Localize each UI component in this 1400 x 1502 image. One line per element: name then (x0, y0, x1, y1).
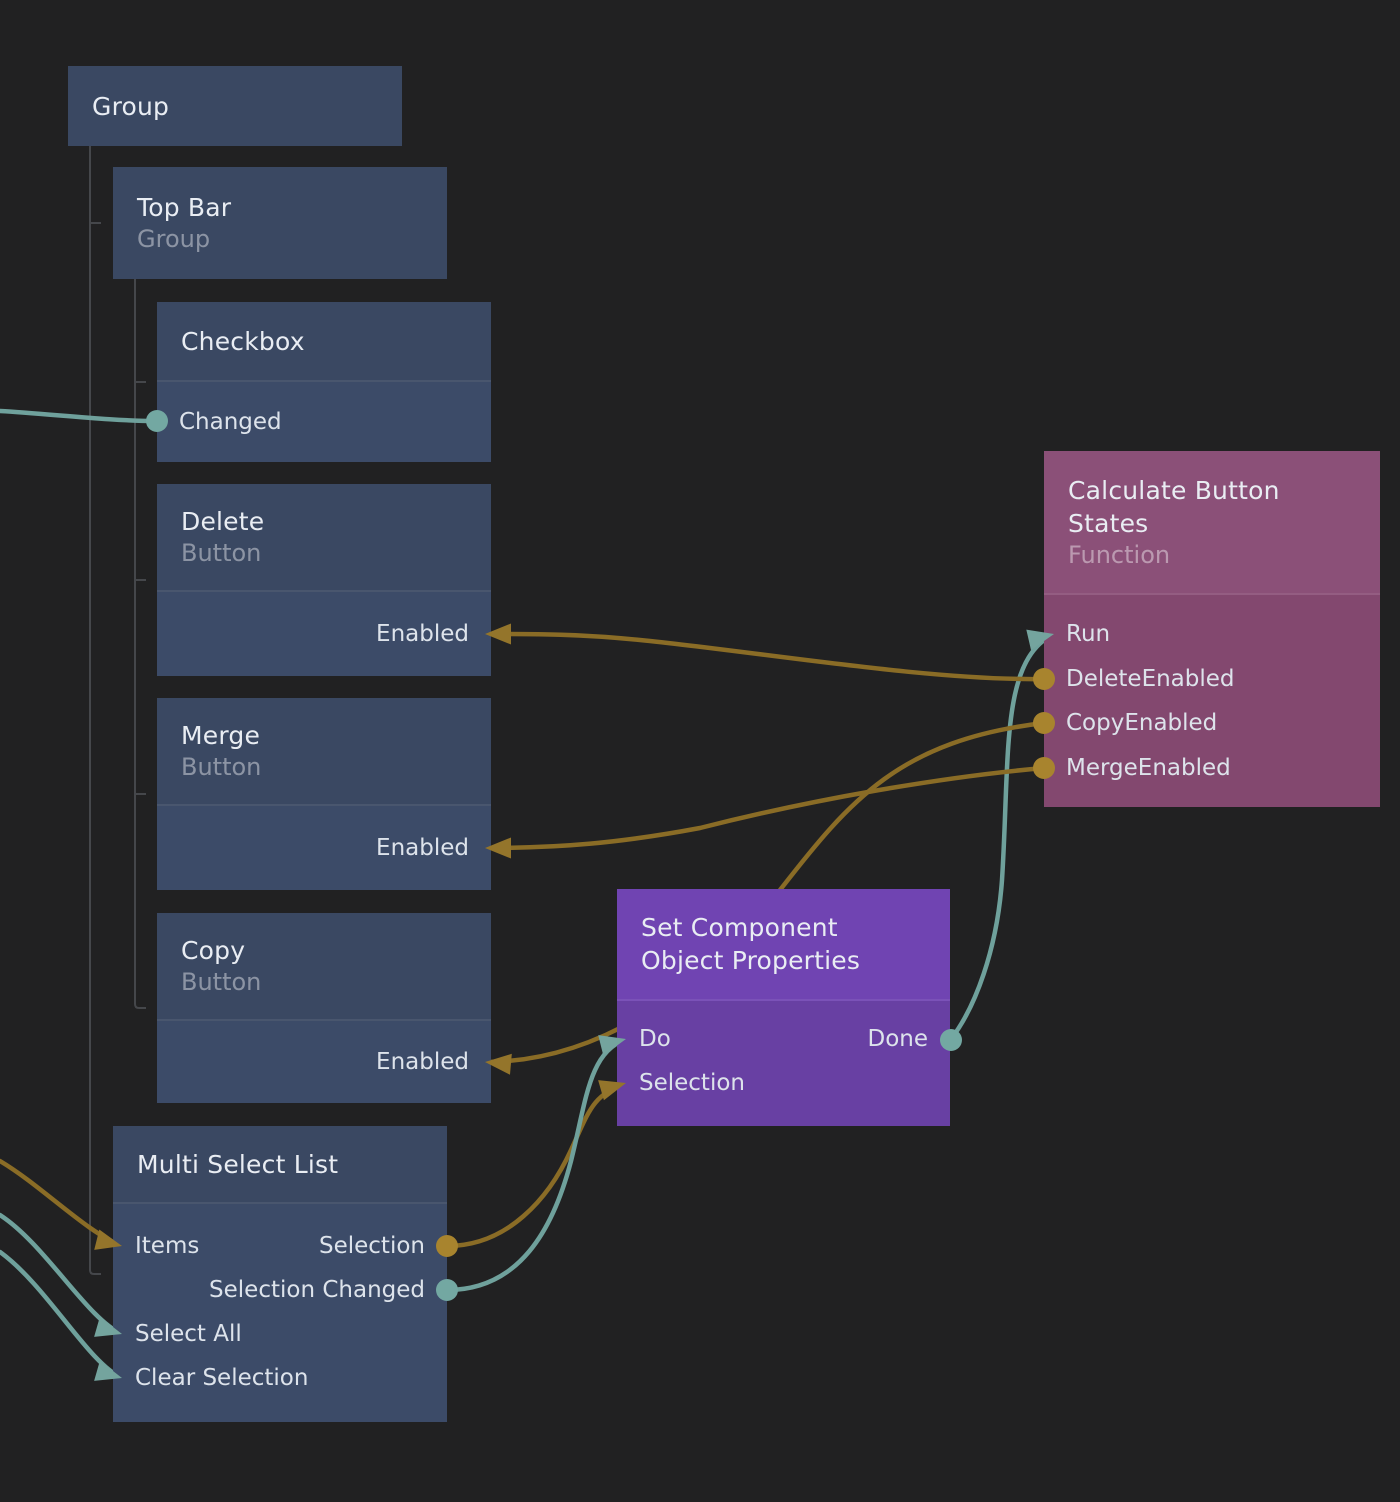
node-header: Group (68, 66, 402, 146)
port-calculate-button-states-run[interactable]: Run (1066, 621, 1110, 647)
port-row: Changed (157, 382, 491, 462)
node-subtitle: Button (181, 752, 467, 783)
node-subtitle: Button (181, 967, 467, 998)
node-top-bar[interactable]: Top BarGroup (113, 167, 447, 279)
port-multi-select-list-items[interactable]: Items (135, 1233, 199, 1259)
port-row: CopyEnabled (1044, 701, 1380, 746)
port-set-component-object-properties-selection[interactable]: Selection (639, 1070, 745, 1096)
node-port-section: Enabled (157, 806, 491, 890)
node-title: Top Bar (137, 191, 423, 224)
port-row: Clear Selection (113, 1356, 447, 1400)
node-header: MergeButton (157, 698, 491, 806)
node-header: CopyButton (157, 913, 491, 1021)
node-header: Top BarGroup (113, 167, 447, 279)
node-port-section: Changed (157, 382, 491, 462)
port-row: Selection Changed (113, 1268, 447, 1312)
port-multi-select-list-selection-changed[interactable]: Selection Changed (209, 1277, 425, 1303)
port-multi-select-list-selection[interactable]: Selection (319, 1233, 425, 1259)
node-header: DeleteButton (157, 484, 491, 592)
node-header: Calculate Button StatesFunction (1044, 451, 1380, 595)
node-port-section: Items Selection Selection Changed Select Al… (113, 1204, 447, 1422)
port-delete-enabled[interactable]: Enabled (376, 621, 469, 647)
port-row: Select All (113, 1312, 447, 1356)
node-checkbox[interactable]: Checkbox Changed (157, 302, 491, 462)
port-calculate-button-states-delete-enabled[interactable]: DeleteEnabled (1066, 666, 1235, 692)
node-subtitle: Group (137, 224, 423, 255)
node-subtitle: Function (1068, 540, 1356, 571)
port-row: Enabled (157, 1021, 491, 1103)
port-calculate-button-states-merge-enabled[interactable]: MergeEnabled (1066, 755, 1231, 781)
port-row: DeleteEnabled (1044, 657, 1380, 702)
node-header: Set Component Object Properties (617, 889, 950, 1001)
node-multi-select-list[interactable]: Multi Select List Items Selection Selection… (113, 1126, 447, 1422)
port-multi-select-list-select-all[interactable]: Select All (135, 1321, 242, 1347)
node-subtitle: Button (181, 538, 467, 569)
node-title: Calculate Button States (1068, 474, 1356, 540)
node-port-section: Enabled (157, 592, 491, 676)
port-multi-select-list-clear-selection[interactable]: Clear Selection (135, 1365, 308, 1391)
node-port-section: Run DeleteEnabled CopyEnabled MergeEnabled (1044, 595, 1380, 807)
node-title: Group (92, 90, 378, 123)
node-header: Multi Select List (113, 1126, 447, 1204)
port-row: Do Done (617, 1017, 950, 1061)
node-group[interactable]: Group (68, 66, 402, 146)
port-row: Enabled (157, 806, 491, 890)
node-title: Copy (181, 934, 467, 967)
node-graph-canvas[interactable]: GroupTop BarGroupCheckboxChangedDeleteBu… (0, 0, 1400, 1502)
port-row: Items Selection (113, 1224, 447, 1268)
node-title: Multi Select List (137, 1148, 423, 1181)
node-title: Set Component Object Properties (641, 911, 926, 977)
node-calculate-button-states[interactable]: Calculate Button StatesFunction Run Delete… (1044, 451, 1380, 807)
node-port-section: Enabled (157, 1021, 491, 1103)
node-header: Checkbox (157, 302, 491, 382)
port-row: Selection (617, 1061, 950, 1105)
node-title: Delete (181, 505, 467, 538)
port-merge-enabled[interactable]: Enabled (376, 835, 469, 861)
port-set-component-object-properties-do[interactable]: Do (639, 1026, 671, 1052)
port-set-component-object-properties-done[interactable]: Done (867, 1026, 928, 1052)
port-row: MergeEnabled (1044, 746, 1380, 791)
nodes-layer: GroupTop BarGroupCheckboxChangedDeleteBu… (0, 0, 1400, 1502)
port-checkbox-changed[interactable]: Changed (179, 409, 282, 435)
node-copy[interactable]: CopyButton Enabled (157, 913, 491, 1103)
node-title: Merge (181, 719, 467, 752)
node-set-component-object-properties[interactable]: Set Component Object Properties Do Done Sel… (617, 889, 950, 1126)
port-row: Run (1044, 612, 1380, 657)
node-title: Checkbox (181, 325, 467, 358)
port-row: Enabled (157, 592, 491, 676)
port-calculate-button-states-copy-enabled[interactable]: CopyEnabled (1066, 710, 1217, 736)
node-port-section: Do Done Selection (617, 1001, 950, 1126)
node-merge[interactable]: MergeButton Enabled (157, 698, 491, 890)
node-delete[interactable]: DeleteButton Enabled (157, 484, 491, 676)
port-copy-enabled[interactable]: Enabled (376, 1049, 469, 1075)
